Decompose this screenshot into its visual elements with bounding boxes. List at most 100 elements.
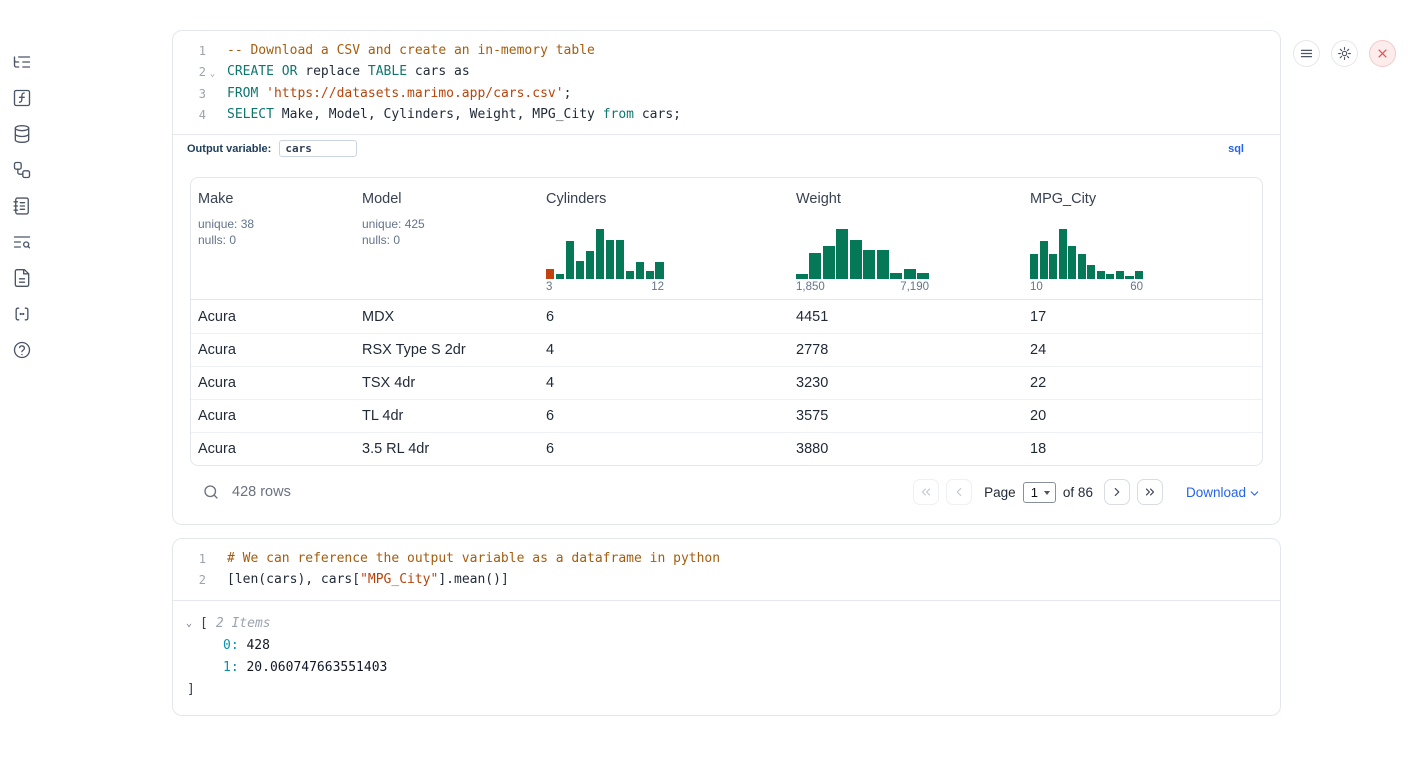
histogram-bar[interactable]	[546, 269, 554, 279]
code-line[interactable]: 2⌄CREATE OR replace TABLE cars as	[173, 62, 1280, 85]
histogram-bar[interactable]	[850, 240, 862, 279]
histogram-bar[interactable]	[836, 229, 848, 279]
code-line[interactable]: 2[len(cars), cars["MPG_City"].mean()]	[173, 570, 1280, 591]
histogram-bar[interactable]	[917, 273, 929, 279]
notebook-icon[interactable]	[12, 196, 32, 216]
gear-icon	[1337, 46, 1352, 61]
code-text: SELECT Make, Model, Cylinders, Weight, M…	[227, 105, 681, 126]
code-line[interactable]: 1# We can reference the output variable …	[173, 549, 1280, 570]
code-line[interactable]: 3FROM 'https://datasets.marimo.app/cars.…	[173, 84, 1280, 105]
histogram-bar[interactable]	[1087, 265, 1095, 279]
table-row[interactable]: AcuraRSX Type S 2dr4277824	[191, 333, 1262, 366]
row-count: 428 rows	[232, 484, 291, 500]
settings-button[interactable]	[1331, 40, 1358, 67]
histogram-bar[interactable]	[646, 271, 654, 279]
column-name[interactable]: Model	[362, 191, 532, 207]
histogram-bar[interactable]	[616, 240, 624, 279]
document-icon[interactable]	[12, 268, 32, 288]
python-cell-output: ⌄ [ 2 Items 0: 4281: 20.060747663551403 …	[173, 601, 1280, 715]
output-variable-input[interactable]: cars	[279, 140, 357, 157]
sql-code-editor[interactable]: 1-- Download a CSV and create an in-memo…	[173, 31, 1280, 162]
column-histogram[interactable]	[1030, 227, 1143, 279]
table-row[interactable]: Acura3.5 RL 4dr6388018	[191, 432, 1262, 465]
table-cell: 3230	[789, 375, 1023, 391]
code-line[interactable]: 4 SELECT Make, Model, Cylinders, Weight, …	[173, 105, 1280, 126]
histogram-range: 312	[546, 281, 664, 293]
fold-chevron-icon[interactable]: ⌄	[206, 62, 219, 85]
column-name[interactable]: MPG_City	[1030, 191, 1255, 207]
top-right-controls	[1293, 40, 1396, 67]
histogram-bar[interactable]	[796, 274, 808, 279]
histogram-bar[interactable]	[809, 253, 821, 279]
column-name[interactable]: Weight	[796, 191, 1016, 207]
column-name[interactable]: Make	[198, 191, 348, 207]
menu-button[interactable]	[1293, 40, 1320, 67]
table-row[interactable]: AcuraTL 4dr6357520	[191, 399, 1262, 432]
histogram-bar[interactable]	[1106, 274, 1114, 279]
table-cell: Acura	[191, 309, 355, 325]
dependency-graph-icon[interactable]	[12, 160, 32, 180]
column-histogram[interactable]	[796, 227, 929, 279]
table-row[interactable]: AcuraTSX 4dr4323022	[191, 366, 1262, 399]
code-snippets-icon[interactable]	[12, 304, 32, 324]
column-name[interactable]: Cylinders	[546, 191, 782, 207]
histogram-bar[interactable]	[890, 273, 902, 279]
code-line[interactable]: 1-- Download a CSV and create an in-memo…	[173, 41, 1280, 62]
last-page-button[interactable]	[1137, 479, 1163, 505]
page-select[interactable]: 1	[1023, 482, 1056, 503]
shutdown-button[interactable]	[1369, 40, 1396, 67]
database-icon[interactable]	[12, 124, 32, 144]
histogram-bar[interactable]	[1097, 271, 1105, 279]
python-code-editor[interactable]: 1# We can reference the output variable …	[173, 539, 1280, 600]
download-button[interactable]: Download	[1186, 485, 1261, 500]
histogram-bar[interactable]	[1068, 246, 1076, 279]
menu-icon	[1299, 46, 1314, 61]
histogram-bar[interactable]	[823, 246, 835, 279]
next-page-button[interactable]	[1104, 479, 1130, 505]
table-header-cell: Modelunique: 425nulls: 0	[355, 178, 539, 299]
histogram-bar[interactable]	[1135, 271, 1143, 279]
histogram-bar[interactable]	[566, 241, 574, 279]
histogram-bar[interactable]	[596, 229, 604, 279]
histogram-bar[interactable]	[1125, 276, 1133, 279]
line-number: 2	[186, 62, 206, 85]
file-tree-icon[interactable]	[12, 52, 32, 72]
help-icon[interactable]	[12, 340, 32, 360]
histogram-bar[interactable]	[1030, 254, 1038, 279]
histogram-bar[interactable]	[1078, 254, 1086, 279]
tree-entry-key: 1:	[223, 660, 239, 675]
histogram-bar[interactable]	[1049, 254, 1057, 279]
collapse-chevron-icon[interactable]: ⌄	[186, 613, 200, 635]
column-stats: unique: 38nulls: 0	[198, 216, 348, 248]
histogram-bar[interactable]	[904, 269, 916, 279]
download-label: Download	[1186, 485, 1246, 500]
language-badge: sql	[1228, 143, 1244, 155]
fold-spacer	[206, 84, 219, 105]
histogram-bar[interactable]	[1116, 271, 1124, 279]
histogram-bar[interactable]	[606, 240, 614, 279]
histogram-bar[interactable]	[655, 262, 663, 279]
search-button[interactable]	[202, 483, 220, 501]
histogram-range: 1,8507,190	[796, 281, 929, 293]
histogram-bar[interactable]	[877, 250, 889, 279]
histogram-bar[interactable]	[1059, 229, 1067, 279]
column-histogram[interactable]	[546, 227, 664, 279]
histogram-bar[interactable]	[636, 262, 644, 279]
histogram-bar[interactable]	[576, 261, 584, 279]
line-number: 4	[186, 105, 206, 126]
code-text: # We can reference the output variable a…	[227, 549, 720, 570]
first-page-button[interactable]	[913, 479, 939, 505]
table-header: Make unique: 38nulls: 0Modelunique: 425nu…	[191, 178, 1262, 300]
function-square-icon[interactable]	[12, 88, 32, 108]
histogram-bar[interactable]	[863, 250, 875, 279]
histogram-bar[interactable]	[1040, 241, 1048, 279]
table-cell: 3880	[789, 441, 1023, 457]
histogram-bar[interactable]	[626, 271, 634, 279]
table-header-cell: Cylinders 312	[539, 178, 789, 299]
histogram-bar[interactable]	[556, 274, 564, 279]
prev-page-button[interactable]	[946, 479, 972, 505]
table-row[interactable]: AcuraMDX6445117	[191, 300, 1262, 333]
table-cell: Acura	[191, 342, 355, 358]
logs-search-icon[interactable]	[12, 232, 32, 252]
histogram-bar[interactable]	[586, 251, 594, 279]
